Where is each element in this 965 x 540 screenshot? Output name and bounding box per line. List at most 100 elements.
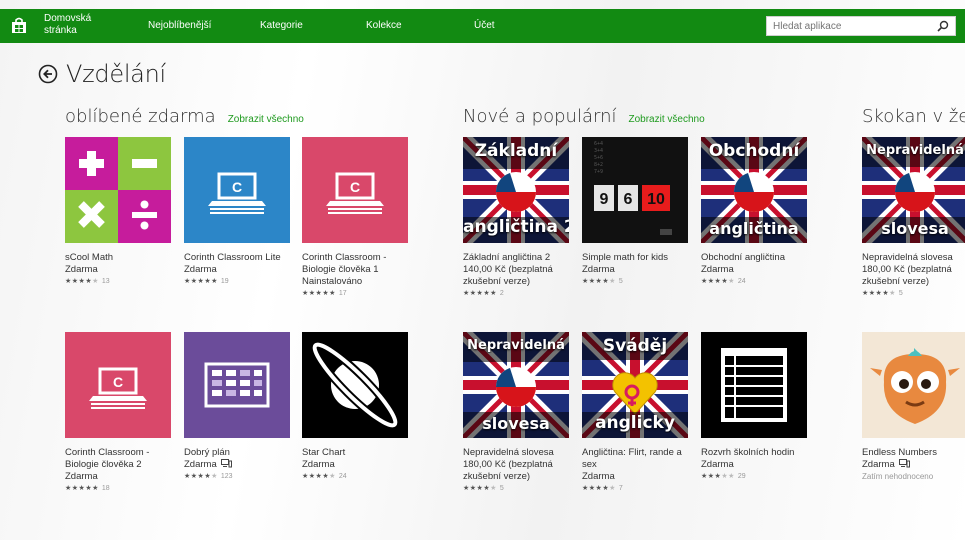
rating-stars: ★★★★★ 123 xyxy=(184,473,233,480)
app-name: Corinth Classroom - Biologie člověka 2 xyxy=(65,447,150,470)
nav-home[interactable]: Domovská stránka xyxy=(44,13,114,37)
app-tile[interactable]: Základní angličtina 2 Základní angličtin… xyxy=(463,137,569,300)
back-icon[interactable] xyxy=(38,64,58,84)
pc-device-icon xyxy=(898,459,910,468)
app-tile[interactable]: Rozvrh školních hodin Zdarma ★★★★★ 29 xyxy=(701,332,807,483)
tile-top-text: Sváděj xyxy=(602,336,668,356)
review-count: 29 xyxy=(737,473,746,480)
search-input[interactable] xyxy=(767,17,927,35)
see-all-link[interactable]: Zobrazit všechno xyxy=(228,114,304,125)
app-name: Rozvrh školních hodin xyxy=(701,447,795,458)
app-tile[interactable]: Star Chart Zdarma ★★★★★ 24 xyxy=(302,332,408,483)
app-tile[interactable]: Obchodní angličtina Obchodní angličtina … xyxy=(701,137,807,288)
tile-bottom-text: angličtina 2 xyxy=(463,217,569,237)
app-price: Zdarma xyxy=(184,264,217,275)
section-header-new-popular: Nové a populární Zobrazit všechno xyxy=(463,106,705,127)
svg-text:6+4: 6+4 xyxy=(594,141,603,147)
section-header-rising: Skokan v žeb xyxy=(862,106,965,127)
classroom-icon: C xyxy=(89,367,147,409)
rating-stars: ★★★★★ 18 xyxy=(65,485,110,492)
review-count: 5 xyxy=(618,278,623,285)
app-price: Zdarma xyxy=(582,264,615,275)
nav-home-line1: Domovská xyxy=(44,13,92,24)
store-icon[interactable] xyxy=(10,17,28,35)
svg-text:C: C xyxy=(350,179,360,195)
rating-stars: ★★★★★ 5 xyxy=(582,278,623,285)
page-title: Vzdělání xyxy=(66,60,166,88)
app-price: Zdarma xyxy=(302,459,335,470)
see-all-link[interactable]: Zobrazit všechno xyxy=(628,114,704,125)
rating-stars: ★★★★★ 5 xyxy=(463,485,504,492)
app-price: 180,00 Kč (bezplatná zkušební verze) xyxy=(463,459,553,482)
app-tile[interactable]: C Corinth Classroom Lite Zdarma ★★★★★ 19 xyxy=(184,137,290,288)
app-tile[interactable]: sCool Math Zdarma ★★★★★ 13 xyxy=(65,137,171,288)
app-tile[interactable]: C Corinth Classroom - Biologie člověka 1… xyxy=(302,137,408,300)
app-tile[interactable]: Endless Numbers Zdarma Zatím nehodnoceno xyxy=(862,332,965,483)
section-title: oblíbené zdarma xyxy=(65,106,216,127)
app-name: Nepravidelná slovesa xyxy=(862,252,953,263)
section-title: Nové a populární xyxy=(463,106,617,127)
app-name: Nepravidelná slovesa xyxy=(463,447,554,458)
app-price: Zdarma xyxy=(701,264,734,275)
app-name: Endless Numbers xyxy=(862,447,937,458)
app-tile-image[interactable]: C xyxy=(65,332,171,438)
rating-stars: ★★★★★ 29 xyxy=(701,473,746,480)
tile-top-text: Obchodní xyxy=(708,141,800,161)
app-tile-image[interactable]: C xyxy=(302,137,408,243)
review-count: 18 xyxy=(101,485,110,492)
app-tile-image[interactable]: Základní angličtina 2 xyxy=(463,137,569,243)
app-tile[interactable]: Nepravidelná slovesa Nepravidelná sloves… xyxy=(862,137,965,300)
search-icon[interactable] xyxy=(937,20,949,32)
svg-text:3+4: 3+4 xyxy=(594,148,603,154)
not-rated-label: Zatím nehodnoceno xyxy=(862,472,934,481)
app-price: Zdarma xyxy=(701,459,734,470)
classroom-icon: C xyxy=(208,172,266,214)
tile-bottom-text: slovesa xyxy=(881,219,949,238)
math-counter-icon: 6+43+45+68+27+9 9 6 10 xyxy=(582,137,688,243)
app-tile[interactable]: Nepravidelná slovesa Nepravidelná sloves… xyxy=(463,332,569,495)
app-tile-image[interactable]: Obchodní angličtina xyxy=(701,137,807,243)
app-tile[interactable]: Dobrý plán Zdarma ★★★★★ 123 xyxy=(184,332,290,483)
math-icon xyxy=(65,137,171,243)
app-tile[interactable]: Sváděj anglicky Angličtina: Flirt, rande… xyxy=(582,332,688,495)
review-count: 5 xyxy=(898,290,903,297)
classroom-icon: C xyxy=(326,172,384,214)
app-tile-image[interactable] xyxy=(184,332,290,438)
app-tile-image[interactable]: C xyxy=(184,137,290,243)
app-price: Zdarma xyxy=(65,471,98,482)
review-count: 17 xyxy=(338,290,347,297)
app-tile-image[interactable] xyxy=(701,332,807,438)
nav-account[interactable]: Účet xyxy=(474,20,495,31)
app-name: Základní angličtina 2 xyxy=(463,252,551,263)
review-count: 123 xyxy=(220,473,233,480)
app-price: 180,00 Kč (bezplatná zkušební verze) xyxy=(862,264,952,287)
app-tile-image[interactable] xyxy=(862,332,965,438)
review-count: 19 xyxy=(220,278,229,285)
nav-categories[interactable]: Kategorie xyxy=(260,20,303,31)
app-tile-image[interactable] xyxy=(302,332,408,438)
rating-stars: ★★★★★ 17 xyxy=(302,290,347,297)
nav-collections[interactable]: Kolekce xyxy=(366,20,402,31)
app-price: 140,00 Kč (bezplatná zkušební verze) xyxy=(463,264,553,287)
app-price: Zdarma xyxy=(582,471,615,482)
app-name: Angličtina: Flirt, rande a sex xyxy=(582,447,682,470)
app-tile-image[interactable]: Sváděj anglicky xyxy=(582,332,688,438)
search-box xyxy=(766,16,956,36)
app-tile-image[interactable] xyxy=(65,137,171,243)
tile-top-text: Nepravidelná xyxy=(866,143,964,158)
app-tile[interactable]: C Corinth Classroom - Biologie člověka 2… xyxy=(65,332,171,495)
nav-most-popular[interactable]: Nejoblíbenější xyxy=(148,20,211,31)
section-header-popular-free: oblíbené zdarma Zobrazit všechno xyxy=(65,106,304,127)
app-tile-image[interactable]: 6+4 3+4 5+6 8+2 7+9 9 6 10 xyxy=(582,137,688,243)
app-price: Zdarma xyxy=(862,459,895,470)
app-name: Obchodní angličtina xyxy=(701,252,785,263)
svg-text:C: C xyxy=(232,179,242,195)
review-count: 13 xyxy=(101,278,110,285)
monster-icon xyxy=(862,332,965,438)
app-tile-image[interactable]: Nepravidelná slovesa xyxy=(862,137,965,243)
app-price: Zdarma xyxy=(184,459,217,470)
app-name: sCool Math xyxy=(65,252,114,263)
review-count: 24 xyxy=(338,473,347,480)
app-tile-image[interactable]: Nepravidelná slovesa xyxy=(463,332,569,438)
app-tile[interactable]: 6+4 3+4 5+6 8+2 7+9 9 6 10 Simple math for k… xyxy=(582,137,688,288)
